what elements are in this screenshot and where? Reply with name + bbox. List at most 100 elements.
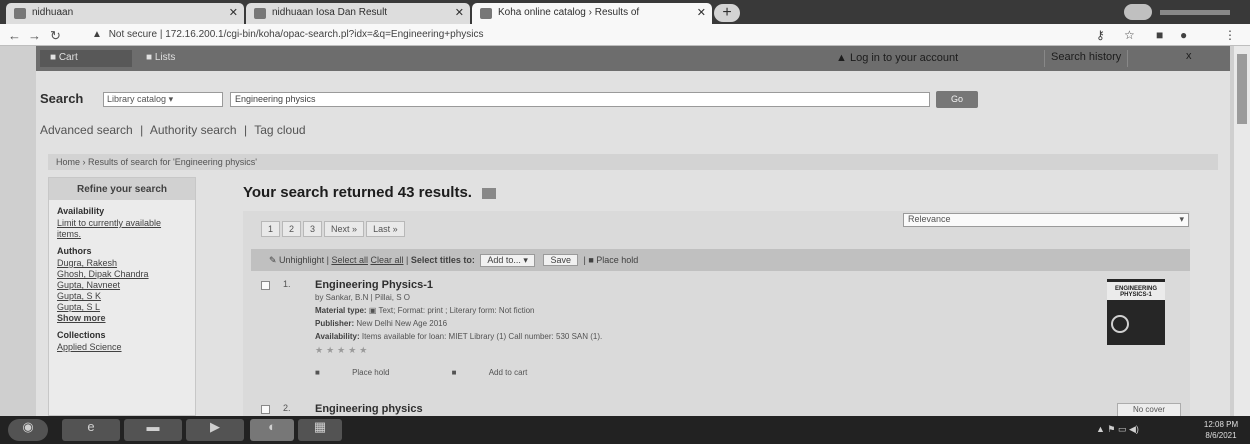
- page-link[interactable]: 1: [261, 221, 281, 237]
- scrollbar-thumb[interactable]: [1237, 54, 1247, 124]
- chevron-down-icon: ▾: [168, 94, 174, 104]
- result-number: 2.: [283, 403, 291, 413]
- next-page-link[interactable]: Next »: [324, 221, 365, 237]
- rss-icon[interactable]: [481, 187, 496, 199]
- result-author: by Sankar, B.N | Pillai, S O: [315, 293, 411, 302]
- advanced-search-link[interactable]: Advanced search: [40, 123, 133, 137]
- rating-stars[interactable]: ★★★★★: [315, 345, 1075, 356]
- book-icon: ▣: [368, 306, 377, 315]
- facet-heading-availability: Availability: [57, 206, 105, 216]
- select-all-link[interactable]: Select all: [331, 255, 368, 265]
- results-toolbar: ✎ Unhighlight | Select all Clear all | S…: [251, 249, 1190, 271]
- search-label: Search: [40, 91, 84, 106]
- last-page-link[interactable]: Last »: [366, 221, 405, 237]
- result-content: Engineering physics: [315, 403, 1075, 415]
- book-cover-image[interactable]: ENGINEERING PHYSICS-1: [1107, 279, 1165, 345]
- file-explorer-icon[interactable]: ▬: [124, 419, 182, 441]
- author-facet-link[interactable]: Gupta, S L: [49, 302, 195, 313]
- security-label: Not secure: [108, 29, 158, 40]
- back-icon[interactable]: ←: [8, 28, 21, 43]
- cart-icon: ■: [50, 52, 59, 63]
- result-checkbox[interactable]: [261, 281, 270, 290]
- go-button[interactable]: Go: [936, 91, 978, 108]
- search-history-link[interactable]: Search history: [1044, 50, 1129, 67]
- availability-limit-link[interactable]: Limit to currently available items.: [49, 218, 195, 240]
- window-controls[interactable]: [1124, 4, 1234, 20]
- favicon-icon: [254, 8, 266, 19]
- close-tab-icon[interactable]: ✕: [455, 6, 464, 19]
- start-button[interactable]: ◉: [8, 419, 48, 441]
- result-item: 2. Engineering physics No cover: [251, 403, 1190, 417]
- result-actions: ■ Place hold ■ Add to cart: [315, 368, 1075, 377]
- result-title[interactable]: Engineering physics: [315, 403, 1075, 415]
- breadcrumb: Home › Results of search for 'Engineerin…: [48, 154, 1218, 170]
- lists-label: Lists: [154, 52, 176, 63]
- cart-button[interactable]: ■ Cart: [40, 50, 132, 67]
- tag-cloud-link[interactable]: Tag cloud: [254, 123, 305, 137]
- lists-button[interactable]: ■ Lists: [136, 50, 236, 67]
- sort-select[interactable]: Relevance ▾: [903, 213, 1189, 227]
- result-title[interactable]: Engineering Physics-1: [315, 279, 1075, 291]
- page-link[interactable]: 2: [282, 221, 302, 237]
- result-material: Material type: ▣ Text; Format: print ; L…: [315, 306, 535, 315]
- menu-icon[interactable]: ⋮: [1224, 28, 1236, 42]
- author-facet-link[interactable]: Gupta, S K: [49, 291, 195, 302]
- profile-icon[interactable]: [1124, 4, 1152, 20]
- author-facet-link[interactable]: Dugra, Rakesh: [49, 258, 195, 269]
- facet-heading-collections: Collections: [57, 330, 106, 340]
- clock-time: 12:08 PM: [1203, 420, 1239, 429]
- cover-graphic: [1111, 315, 1129, 333]
- address-bar: ← → ↻ ▲ Not secure | 172.16.200.1/cgi-bi…: [0, 24, 1250, 46]
- clear-history-icon[interactable]: x: [1186, 50, 1192, 62]
- new-tab-button[interactable]: +: [714, 4, 740, 22]
- unhighlight-link[interactable]: Unhighlight: [279, 255, 324, 265]
- page-link[interactable]: 3: [303, 221, 323, 237]
- close-tab-icon[interactable]: ✕: [229, 6, 238, 19]
- search-input[interactable]: Engineering physics: [230, 92, 930, 107]
- ie-icon[interactable]: e: [62, 419, 120, 441]
- star-icon[interactable]: ☆: [1124, 28, 1135, 42]
- result-checkbox[interactable]: [261, 405, 270, 414]
- browser-tab-2[interactable]: nidhuaan Iosa Dan Result ✕: [246, 3, 470, 24]
- add-to-select[interactable]: Add to... ▾: [480, 254, 535, 267]
- browser-tab-3[interactable]: Koha online catalog › Results of ✕: [472, 3, 712, 24]
- url-field[interactable]: ▲ Not secure | 172.16.200.1/cgi-bin/koha…: [92, 27, 1072, 43]
- user-icon: ▲: [836, 52, 850, 64]
- favicon-icon: [14, 8, 26, 19]
- cart-icon: ■: [451, 368, 459, 377]
- no-cover-placeholder: No cover: [1117, 403, 1181, 417]
- window-buttons[interactable]: [1160, 10, 1230, 15]
- highlight-icon: ✎: [269, 255, 280, 265]
- app-icon[interactable]: ▦: [298, 419, 342, 441]
- warning-icon: ▲: [92, 29, 102, 40]
- clear-all-link[interactable]: Clear all: [370, 255, 403, 265]
- result-item: 1. Engineering Physics-1 by Sankar, B.N …: [251, 279, 1190, 389]
- reload-icon[interactable]: ↻: [50, 28, 61, 44]
- place-hold-link[interactable]: Place hold: [596, 255, 638, 265]
- close-tab-icon[interactable]: ✕: [697, 6, 706, 19]
- forward-icon[interactable]: →: [28, 28, 41, 43]
- add-to-cart-link[interactable]: ■ Add to cart: [452, 368, 558, 377]
- collection-facet-link[interactable]: Applied Science: [49, 342, 195, 353]
- author-facet-link[interactable]: Gupta, Navneet: [49, 280, 195, 291]
- clock[interactable]: 12:08 PM 8/6/2021: [1196, 419, 1246, 441]
- media-player-icon[interactable]: ▶: [186, 419, 244, 441]
- extension-icon[interactable]: ■: [1156, 28, 1163, 42]
- facet-heading-authors: Authors: [57, 246, 92, 256]
- system-tray[interactable]: ▲ ⚑ ▭ ◀): [1096, 424, 1139, 435]
- login-link[interactable]: ▲ Log in to your account: [836, 52, 958, 64]
- chrome-icon[interactable]: ◐: [250, 419, 294, 441]
- account-icon[interactable]: ●: [1180, 28, 1187, 42]
- author-facet-link[interactable]: Ghosh, Dipak Chandra: [49, 269, 195, 280]
- key-icon[interactable]: ⚷: [1096, 28, 1105, 42]
- save-button[interactable]: Save: [543, 254, 578, 266]
- tab-label: nidhuaan: [32, 7, 74, 18]
- browser-tab-1[interactable]: nidhuaan ✕: [6, 3, 244, 24]
- search-scope-select[interactable]: Library catalog ▾: [103, 92, 223, 107]
- place-hold-link[interactable]: ■ Place hold: [315, 368, 419, 377]
- authority-search-link[interactable]: Authority search: [150, 123, 237, 137]
- os-taskbar: ◉ e ▬ ▶ ◐ ▦ ▲ ⚑ ▭ ◀) 12:08 PM 8/6/2021: [0, 416, 1250, 444]
- search-links: Advanced search | Authority search | Tag…: [40, 123, 306, 137]
- show-more-link[interactable]: Show more: [49, 313, 195, 324]
- page-scrollbar[interactable]: [1234, 46, 1250, 416]
